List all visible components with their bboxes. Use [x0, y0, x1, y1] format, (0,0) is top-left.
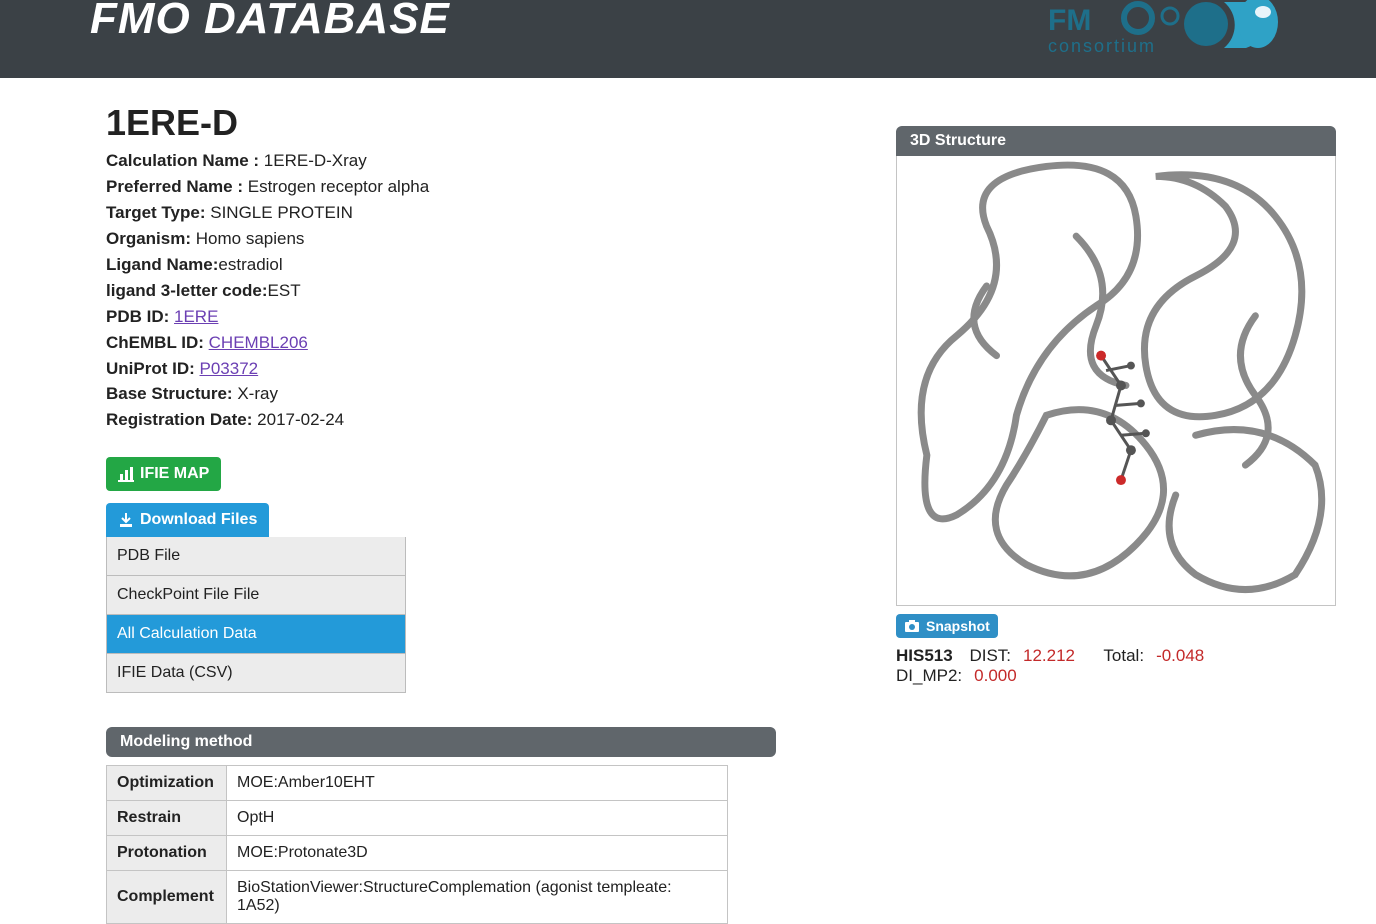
viewer-stats: HIS513 DIST: 12.212 Total: -0.048 DI_MP2: 0…: [896, 646, 1336, 686]
key-protonation: Protonation: [107, 836, 227, 871]
value-reg-date: 2017-02-24: [257, 410, 344, 429]
key-optimization: Optimization: [107, 766, 227, 801]
download-list: PDB File CheckPoint File File All Calcul…: [106, 537, 406, 693]
3d-structure-header: 3D Structure: [896, 126, 1336, 156]
ifie-map-button[interactable]: IFIE MAP: [106, 457, 221, 491]
stat-dimp2-label: DI_MP2:: [896, 666, 962, 685]
stat-total-label: Total:: [1103, 646, 1144, 665]
svg-text:FM: FM: [1048, 4, 1091, 37]
modeling-method-header: Modeling method: [106, 727, 776, 757]
site-title: FMO DATABASE: [90, 0, 450, 44]
label-chembl-id: ChEMBL ID:: [106, 333, 204, 352]
table-row: ProtonationMOE:Protonate3D: [107, 836, 728, 871]
download-item-pdb[interactable]: PDB File: [107, 537, 405, 576]
label-calc-name: Calculation Name :: [106, 151, 259, 170]
stat-dist-value: 12.212: [1023, 646, 1075, 665]
label-base-struct: Base Structure:: [106, 384, 233, 403]
table-row: RestrainOptH: [107, 801, 728, 836]
label-pdb-id: PDB ID:: [106, 307, 169, 326]
entry-title: 1ERE-D: [106, 102, 776, 144]
ifie-map-label: IFIE MAP: [140, 465, 209, 483]
label-organism: Organism:: [106, 229, 191, 248]
snapshot-button[interactable]: Snapshot: [896, 614, 998, 638]
label-reg-date: Registration Date:: [106, 410, 252, 429]
download-item-all[interactable]: All Calculation Data: [107, 615, 405, 654]
key-complement: Complement: [107, 871, 227, 924]
value-ligand-name: estradiol: [218, 255, 282, 274]
site-logo: FM consortium: [1046, 0, 1286, 66]
label-uniprot-id: UniProt ID:: [106, 359, 195, 378]
value-base-struct: X-ray: [237, 384, 278, 403]
bar-chart-icon: [118, 466, 134, 482]
value-pref-name: Estrogen receptor alpha: [248, 177, 429, 196]
snapshot-label: Snapshot: [926, 618, 990, 634]
stat-dist-label: DIST:: [969, 646, 1011, 665]
table-row: OptimizationMOE:Amber10EHT: [107, 766, 728, 801]
3d-viewer[interactable]: [896, 156, 1336, 606]
key-restrain: Restrain: [107, 801, 227, 836]
camera-icon: [904, 618, 920, 634]
download-panel: Download Files PDB File CheckPoint File …: [106, 503, 406, 693]
value-calc-name: 1ERE-D-Xray: [264, 151, 367, 170]
value-ligand-code: EST: [268, 281, 301, 300]
label-ligand-name: Ligand Name:: [106, 255, 218, 274]
link-uniprot-id[interactable]: P03372: [200, 359, 259, 378]
entry-metadata: Calculation Name : 1ERE-D-Xray Preferred…: [106, 150, 776, 432]
label-ligand-code: ligand 3-letter code:: [106, 281, 268, 300]
svg-text:consortium: consortium: [1048, 36, 1156, 56]
table-row: ComplementBioStationViewer:StructureComp…: [107, 871, 728, 924]
download-icon: [118, 512, 134, 528]
download-item-ifie-csv[interactable]: IFIE Data (CSV): [107, 654, 405, 692]
link-pdb-id[interactable]: 1ERE: [174, 307, 218, 326]
value-organism: Homo sapiens: [196, 229, 305, 248]
label-pref-name: Preferred Name :: [106, 177, 243, 196]
link-chembl-id[interactable]: CHEMBL206: [209, 333, 308, 352]
val-restrain: OptH: [227, 801, 728, 836]
stat-dimp2-value: 0.000: [974, 666, 1017, 685]
download-files-label: Download Files: [140, 511, 257, 529]
label-target-type: Target Type:: [106, 203, 206, 222]
val-complement: BioStationViewer:StructureComplemation (…: [227, 871, 728, 924]
top-bar: FMO DATABASE FM consortium: [0, 0, 1376, 78]
modeling-method-table: OptimizationMOE:Amber10EHT RestrainOptH …: [106, 765, 728, 924]
stat-residue: HIS513: [896, 646, 953, 665]
val-protonation: MOE:Protonate3D: [227, 836, 728, 871]
download-item-checkpoint[interactable]: CheckPoint File File: [107, 576, 405, 615]
value-target-type: SINGLE PROTEIN: [210, 203, 353, 222]
val-optimization: MOE:Amber10EHT: [227, 766, 728, 801]
stat-total-value: -0.048: [1156, 646, 1204, 665]
download-files-button[interactable]: Download Files: [106, 503, 269, 537]
